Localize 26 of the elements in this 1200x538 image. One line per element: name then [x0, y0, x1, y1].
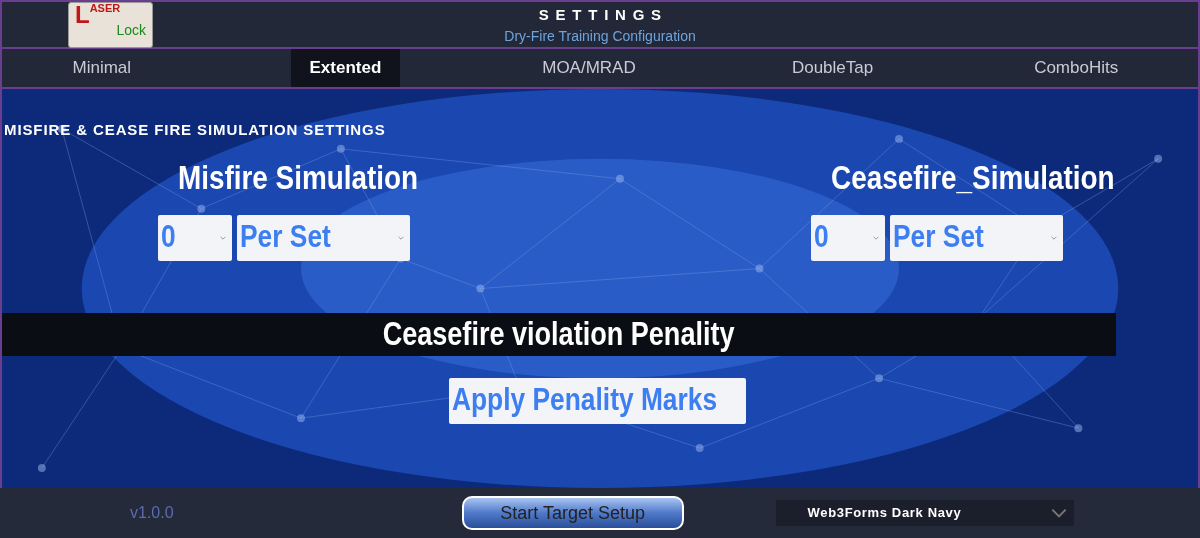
chevron-down-icon — [220, 235, 226, 240]
tab[interactable]: ComboHits — [1021, 49, 1131, 87]
tab[interactable]: Minimal — [47, 49, 157, 87]
penalty-banner: Ceasefire violation Penality — [2, 312, 1116, 356]
chevron-down-icon — [872, 235, 879, 240]
unit-dropdown[interactable]: Per Set — [889, 214, 1063, 261]
logo-initial: L — [75, 3, 90, 27]
tab[interactable]: DoubleTap — [777, 49, 888, 87]
version-label: v1.0.0 — [130, 503, 174, 523]
count-dropdown[interactable]: 0 — [810, 214, 885, 261]
penalty-dropdown[interactable]: Apply Penality Marks — [448, 377, 746, 424]
logo-subtext: Lock — [116, 23, 146, 37]
start-setup-button[interactable]: Start Target Setup — [461, 496, 684, 530]
count-dropdown[interactable]: 0 — [158, 214, 232, 261]
group-heading: Misfire Simulation — [178, 159, 419, 194]
group-heading: Ceasefire_Simulation — [830, 159, 1115, 194]
chevron-down-icon — [1050, 235, 1057, 240]
tab[interactable]: MOA/MRAD — [534, 49, 644, 87]
logo-text: ASER — [89, 3, 121, 14]
tab[interactable]: Extented — [290, 49, 401, 87]
section-title: MISFIRE & CEASE FIRE SIMULATION SETTINGS — [4, 120, 387, 140]
chevron-down-icon — [398, 235, 404, 240]
unit-dropdown[interactable]: Per Set — [237, 214, 410, 261]
page-subtitle: Dry-Fire Training Configuration — [504, 27, 696, 47]
theme-dropdown[interactable]: Web3Forms Dark Navy — [775, 500, 1074, 526]
page-title: SETTINGS — [537, 4, 668, 25]
